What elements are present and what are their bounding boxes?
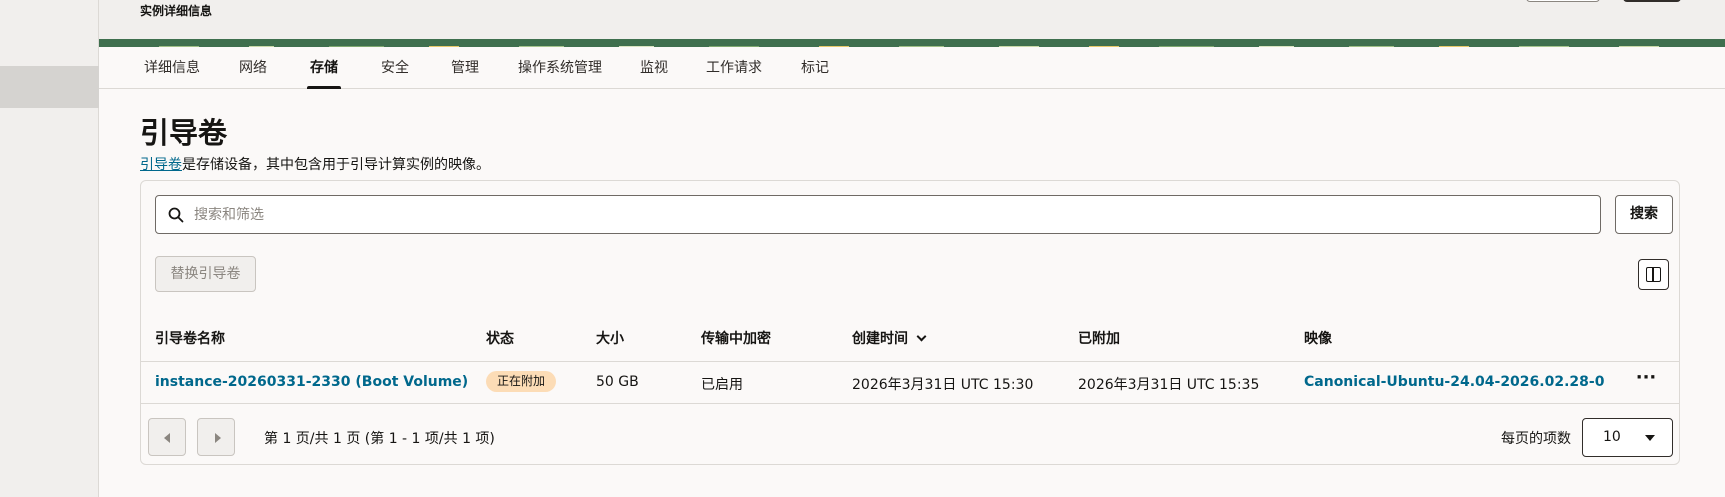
col-header-attached[interactable]: 已附加 <box>1078 328 1120 348</box>
tab-tags[interactable]: 标记 <box>801 47 829 89</box>
col-header-size[interactable]: 大小 <box>596 328 624 348</box>
tab-details[interactable]: 详细信息 <box>144 47 200 89</box>
chevron-down-icon <box>1645 435 1655 441</box>
boot-volume-name-link[interactable]: instance-20260331-2330 (Boot Volume) <box>155 374 468 390</box>
col-header-status[interactable]: 状态 <box>486 328 514 348</box>
table-divider <box>141 403 1679 404</box>
tab-bar: 详细信息 网络 存储 安全 管理 操作系统管理 监视 工作请求 标记 <box>99 47 1725 89</box>
status-badge: 正在附加 <box>486 371 557 392</box>
decorative-banner <box>99 39 1725 47</box>
next-page-button[interactable] <box>197 418 235 456</box>
col-header-created-label: 创建时间 <box>852 331 908 347</box>
rail-selected-item[interactable] <box>0 66 99 108</box>
tab-security[interactable]: 安全 <box>381 47 409 89</box>
boot-volume-doc-link[interactable]: 引导卷 <box>140 157 182 173</box>
sort-descending-icon[interactable] <box>916 331 927 342</box>
pagination-info: 第 1 页/共 1 页 (第 1 - 1 项/共 1 项) <box>264 431 495 447</box>
page-subtitle: 实例详细信息 <box>140 4 213 18</box>
section-description: 引导卷是存储设备，其中包含用于引导计算实例的映像。 <box>140 154 490 174</box>
table-divider <box>141 361 1679 362</box>
col-header-created[interactable]: 创建时间 <box>852 328 927 348</box>
chevron-right-icon <box>215 433 221 443</box>
column-settings-button[interactable] <box>1638 259 1669 290</box>
col-header-encryption[interactable]: 传输中加密 <box>701 328 771 348</box>
left-rail <box>0 0 99 497</box>
per-page-select[interactable]: 10 <box>1582 418 1673 457</box>
columns-icon <box>1646 267 1661 282</box>
tab-monitoring[interactable]: 监视 <box>640 47 668 89</box>
per-page-label: 每页的项数 <box>1501 431 1571 447</box>
cell-size: 50 GB <box>596 374 639 390</box>
search-field[interactable] <box>155 195 1601 234</box>
page-header: 实例详细信息 <box>99 0 1725 39</box>
cell-attached: 2026年3月31日 UTC 15:35 <box>1078 377 1260 393</box>
col-header-image[interactable]: 映像 <box>1304 328 1332 348</box>
per-page-value: 10 <box>1603 429 1621 445</box>
tab-management[interactable]: 管理 <box>451 47 479 89</box>
main-content: 实例详细信息 详细信息 网络 存储 安全 管理 操作系统管理 监视 工作请求 标… <box>99 0 1725 497</box>
section-description-text: 是存储设备，其中包含用于引导计算实例的映像。 <box>182 157 490 173</box>
search-input[interactable] <box>194 196 1584 233</box>
header-action-button[interactable] <box>1526 0 1600 2</box>
search-button[interactable]: 搜索 <box>1615 195 1673 234</box>
previous-page-button[interactable] <box>148 418 186 456</box>
search-icon <box>168 207 184 223</box>
replace-boot-volume-button[interactable]: 替换引导卷 <box>155 256 256 292</box>
boot-volume-panel: 搜索 替换引导卷 引导卷名称 状态 大小 传输中加密 创建时间 已附加 映像 i… <box>140 180 1680 465</box>
tab-work-requests[interactable]: 工作请求 <box>706 47 762 89</box>
header-primary-button[interactable] <box>1623 0 1681 2</box>
tab-network[interactable]: 网络 <box>239 47 267 89</box>
tab-storage[interactable]: 存储 <box>307 47 341 89</box>
image-link[interactable]: Canonical-Ubuntu-24.04-2026.02.28-0 <box>1304 374 1604 390</box>
row-actions-menu-button[interactable]: ··· <box>1632 369 1660 393</box>
col-header-name[interactable]: 引导卷名称 <box>155 328 225 348</box>
chevron-left-icon <box>164 433 170 443</box>
tab-os-management[interactable]: 操作系统管理 <box>518 47 602 89</box>
section-title: 引导卷 <box>140 116 228 150</box>
cell-created: 2026年3月31日 UTC 15:30 <box>852 377 1034 393</box>
cell-encryption: 已启用 <box>701 377 743 393</box>
